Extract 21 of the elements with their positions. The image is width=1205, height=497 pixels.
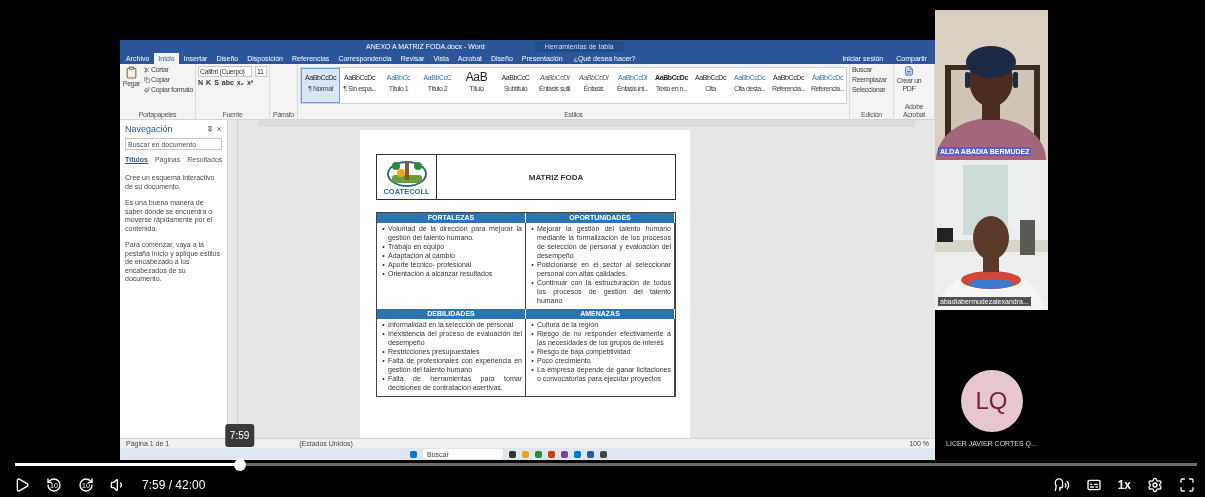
captions-button[interactable] [1085,477,1102,493]
document-icon [904,66,914,76]
progress-bar[interactable] [15,463,1197,466]
avatar: LQ [960,370,1023,432]
copy-icon [143,77,150,83]
play-button[interactable] [14,477,30,493]
fullscreen-button[interactable] [1179,477,1195,493]
logo-icon [385,158,428,187]
clipboard-icon [124,66,138,79]
time-tooltip: 7:59 [224,424,255,447]
time-display: 7:59 / 42:00 [142,478,206,492]
document-heading: MATRIZ FODA [527,171,585,184]
speed-button[interactable]: 1x [1117,478,1131,492]
settings-button[interactable] [1147,477,1163,493]
pin-icon[interactable] [207,126,213,132]
audio-description-button[interactable] [1053,477,1070,493]
scissors-icon [143,67,150,73]
start-icon[interactable] [410,450,417,458]
paintbrush-icon [143,87,150,93]
pane-title: Navegación [125,124,173,134]
close-icon[interactable] [216,126,222,132]
